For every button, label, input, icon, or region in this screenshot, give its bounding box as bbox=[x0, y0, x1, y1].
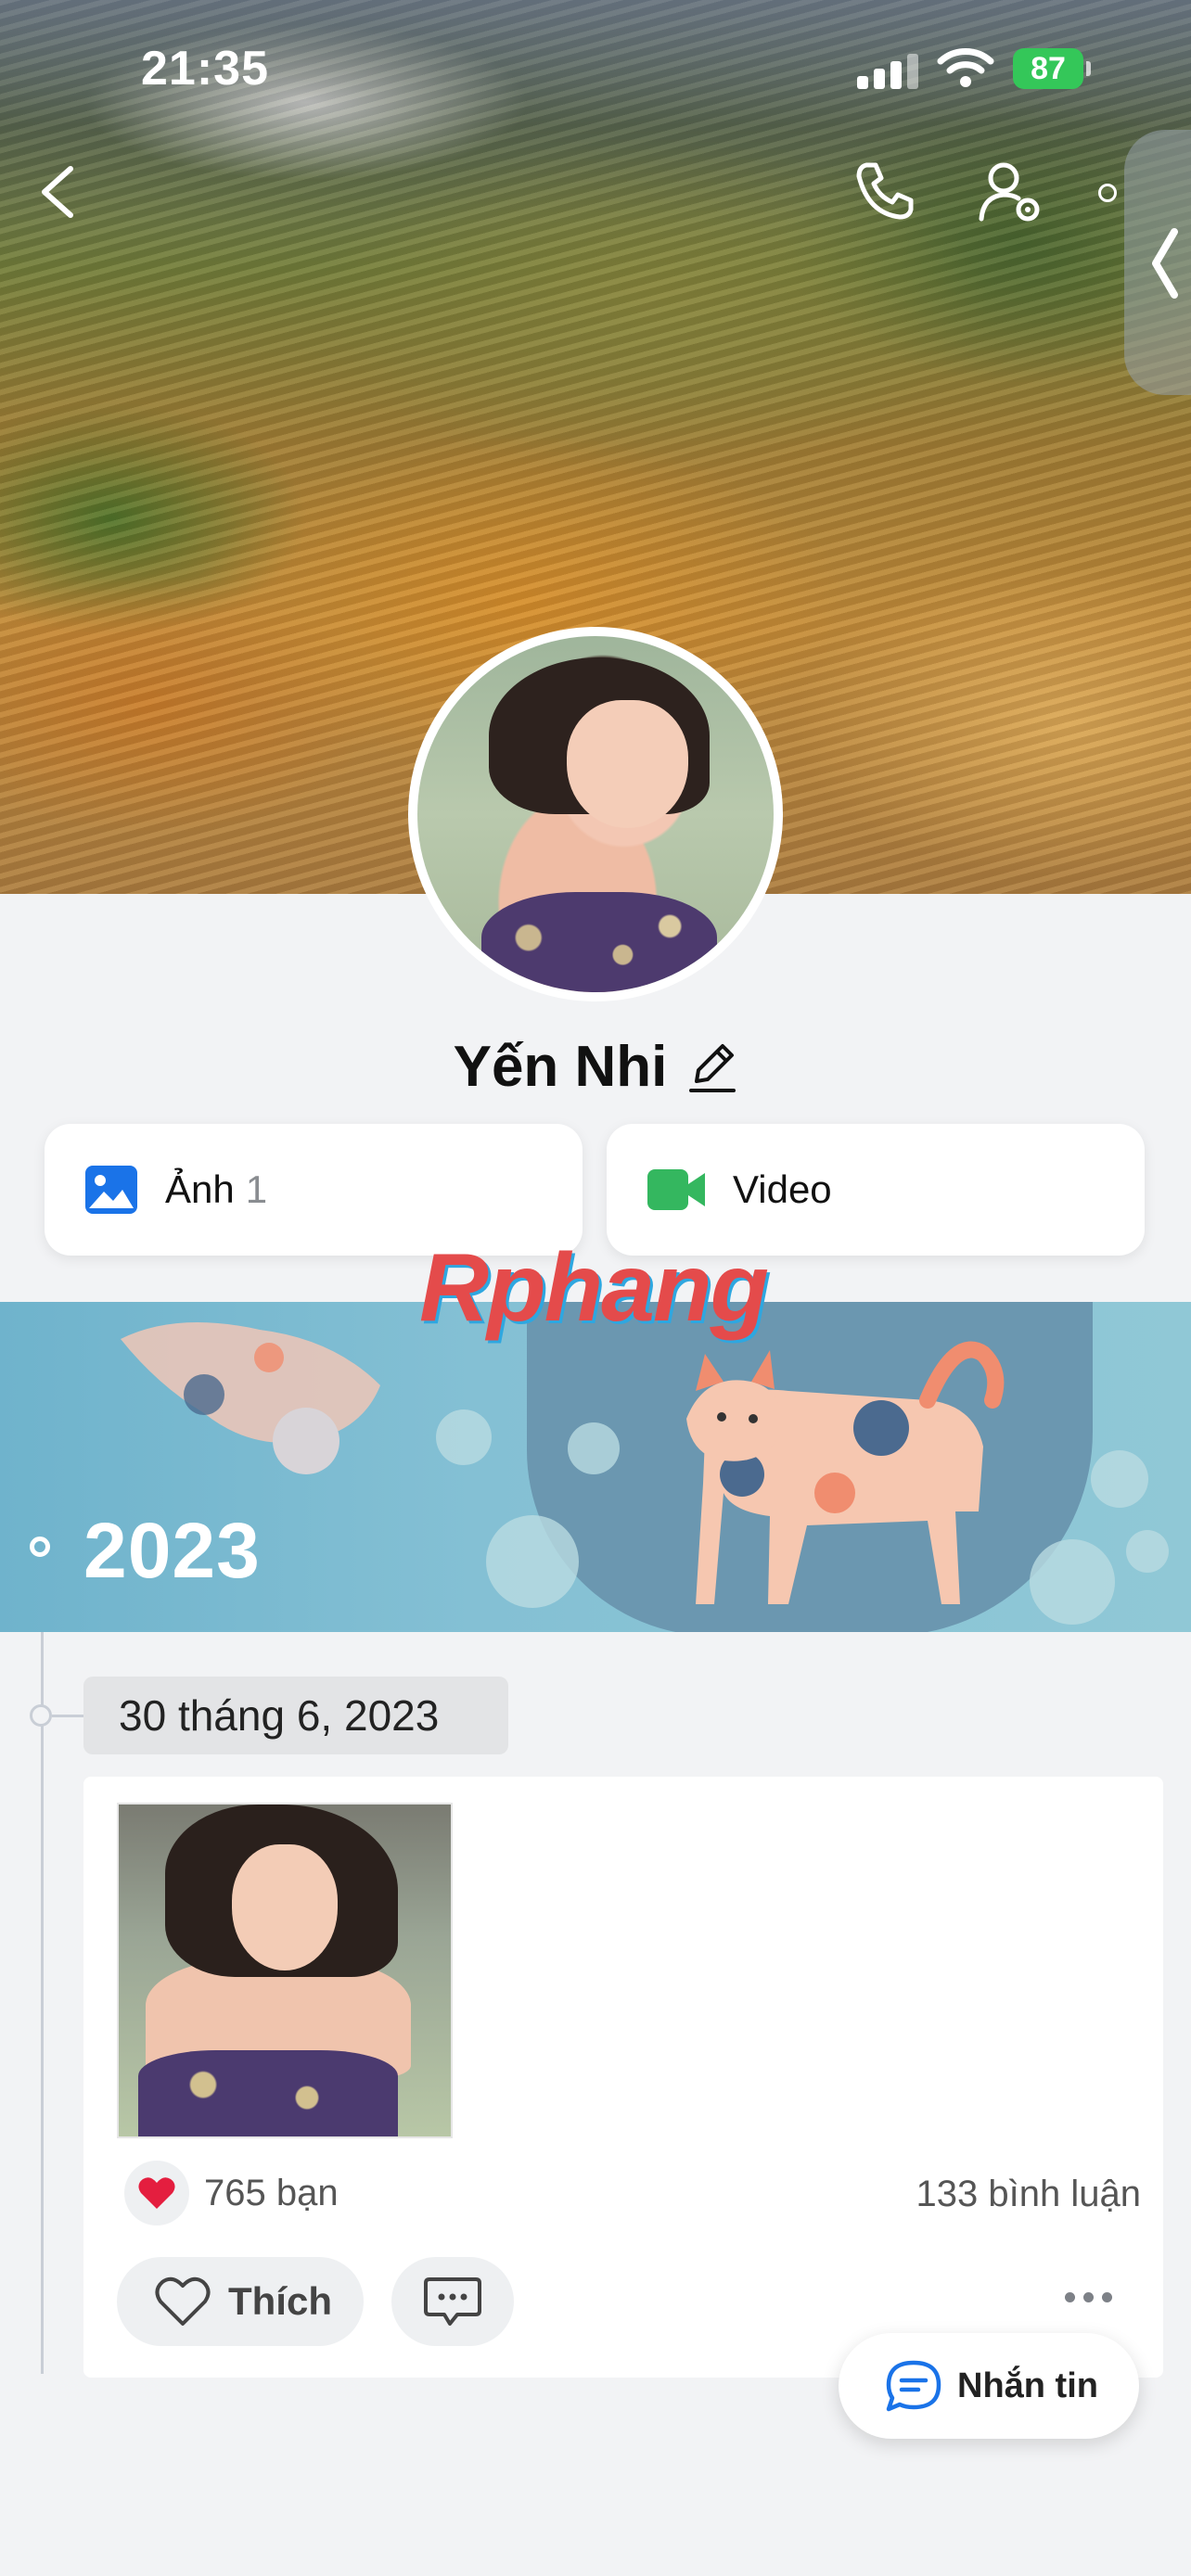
post-date: 30 tháng 6, 2023 bbox=[83, 1677, 508, 1754]
post-card: 765 bạn 133 bình luận Thích bbox=[83, 1777, 1163, 2378]
cat-illustration bbox=[686, 1341, 1005, 1604]
comments-count[interactable]: 133 bình luận bbox=[916, 2174, 1141, 2215]
timeline-year-dot bbox=[30, 1537, 50, 1557]
tab-photos-count: 1 bbox=[245, 1167, 268, 1211]
reactions-count: 765 bạn bbox=[204, 2172, 339, 2213]
comment-icon bbox=[424, 2277, 481, 2326]
heart-outline-icon bbox=[155, 2276, 211, 2326]
avatar-photo bbox=[417, 636, 774, 992]
reaction-bubble bbox=[124, 2161, 189, 2225]
watermark: Rphang bbox=[419, 1234, 769, 1342]
message-label: Nhắn tin bbox=[957, 2366, 1098, 2405]
wifi-icon bbox=[937, 48, 994, 87]
battery-level: 87 bbox=[1031, 50, 1066, 86]
year-banner: 2023 bbox=[0, 1302, 1191, 1632]
heart-icon bbox=[138, 2177, 175, 2209]
battery-indicator: 87 bbox=[1013, 48, 1091, 89]
video-camera-icon bbox=[647, 1169, 705, 1210]
post-photo[interactable] bbox=[117, 1803, 453, 2138]
profile-name-row: Yến Nhi bbox=[0, 1029, 1191, 1103]
year-label: 2023 bbox=[83, 1507, 261, 1594]
tab-photos-label: Ảnh bbox=[165, 1167, 235, 1211]
cellular-signal-icon bbox=[857, 52, 918, 89]
profile-settings-button[interactable] bbox=[976, 158, 1046, 228]
message-button[interactable]: Nhắn tin bbox=[839, 2333, 1139, 2439]
status-time: 21:35 bbox=[141, 42, 269, 96]
chat-bubble-icon bbox=[886, 2360, 941, 2412]
pencil-icon[interactable] bbox=[687, 1039, 737, 1094]
sleeping-cat-illustration bbox=[121, 1322, 380, 1474]
back-button[interactable] bbox=[35, 163, 82, 221]
call-button[interactable] bbox=[852, 158, 918, 224]
reactions-row[interactable]: 765 bạn bbox=[124, 2161, 339, 2225]
post-more-button[interactable] bbox=[1065, 2292, 1112, 2302]
tab-videos-label: Video bbox=[733, 1167, 832, 1211]
profile-name: Yến Nhi bbox=[453, 1034, 668, 1099]
timeline-line bbox=[41, 1632, 44, 2374]
like-button[interactable]: Thích bbox=[117, 2257, 364, 2346]
avatar[interactable] bbox=[408, 627, 783, 1001]
timeline-branch bbox=[52, 1715, 85, 1717]
more-options-icon[interactable] bbox=[1098, 184, 1117, 202]
chevron-left-icon bbox=[1152, 228, 1178, 299]
timeline-node bbox=[30, 1704, 52, 1727]
image-icon bbox=[85, 1166, 137, 1214]
side-panel-handle[interactable] bbox=[1124, 130, 1191, 395]
comment-button[interactable] bbox=[391, 2257, 514, 2346]
like-label: Thích bbox=[228, 2279, 332, 2323]
